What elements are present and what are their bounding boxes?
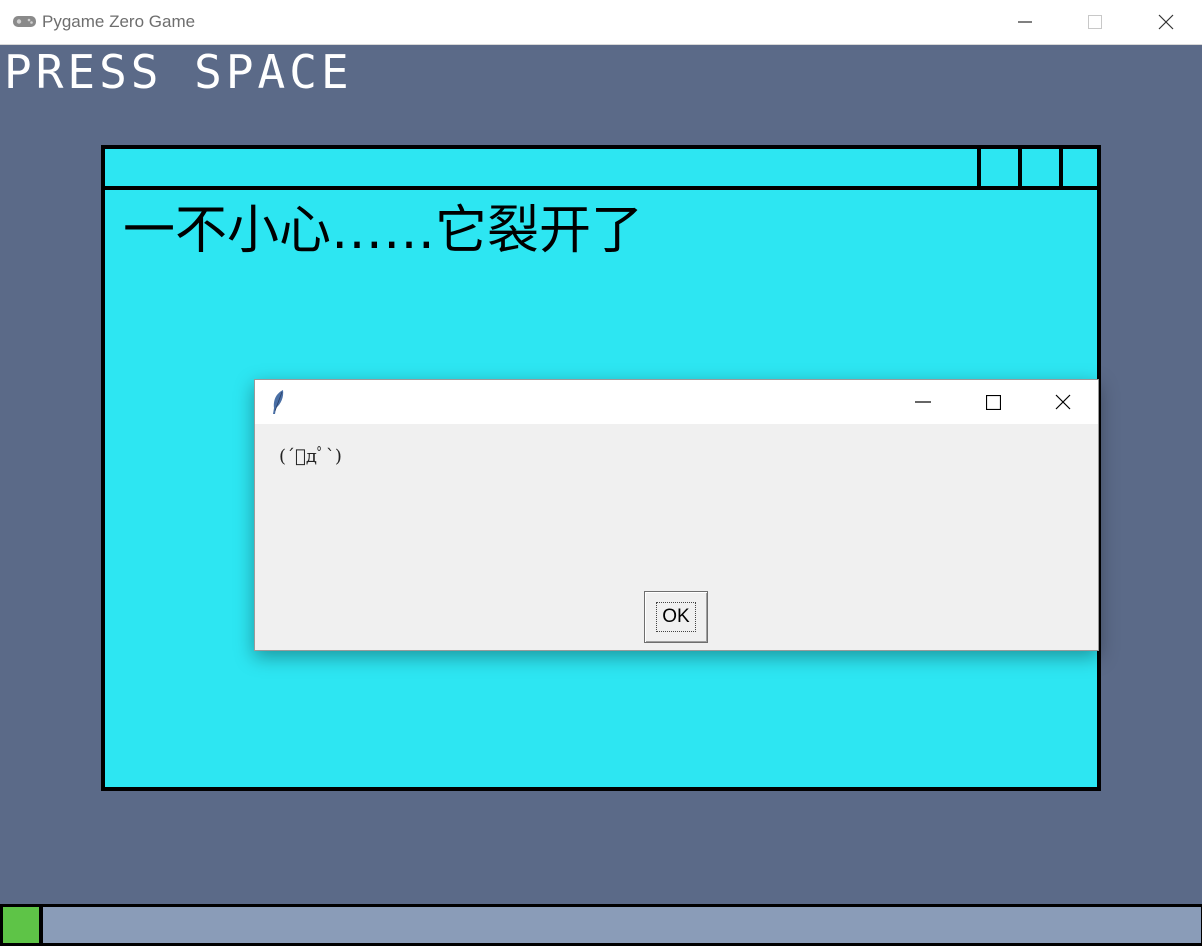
game-window-button [1018, 149, 1059, 186]
dialog-minimize-button[interactable] [888, 380, 958, 424]
game-window-button [977, 149, 1018, 186]
progress-fill [3, 907, 43, 943]
maximize-button[interactable] [1060, 0, 1130, 44]
game-window-message: 一不小心……它裂开了 [123, 201, 644, 261]
minimize-icon [915, 401, 931, 403]
dialog-titlebar[interactable] [255, 380, 1098, 424]
press-space-prompt: PRESS SPACE [4, 45, 353, 99]
minimize-button[interactable] [990, 0, 1060, 44]
gamepad-icon [13, 16, 36, 27]
message-dialog: (´ﾟдﾟ`) OK [254, 379, 1099, 651]
window-titlebar[interactable]: Pygame Zero Game [0, 0, 1202, 45]
dialog-message: (´ﾟдﾟ`) [279, 446, 342, 467]
maximize-icon [1088, 15, 1102, 29]
maximize-icon [985, 394, 1001, 410]
close-icon [1158, 14, 1174, 30]
game-window-titlebar [105, 149, 1097, 190]
close-icon [1055, 394, 1071, 410]
ok-button[interactable]: OK [644, 591, 708, 643]
close-button[interactable] [1131, 0, 1201, 44]
tk-feather-icon [273, 390, 284, 414]
progress-bar [0, 904, 1202, 946]
ok-button-label: OK [656, 602, 696, 632]
minimize-icon [1018, 21, 1032, 23]
window-title: Pygame Zero Game [42, 12, 196, 31]
game-window-button [1059, 149, 1100, 186]
dialog-maximize-button[interactable] [958, 380, 1028, 424]
dialog-close-button[interactable] [1028, 380, 1098, 424]
